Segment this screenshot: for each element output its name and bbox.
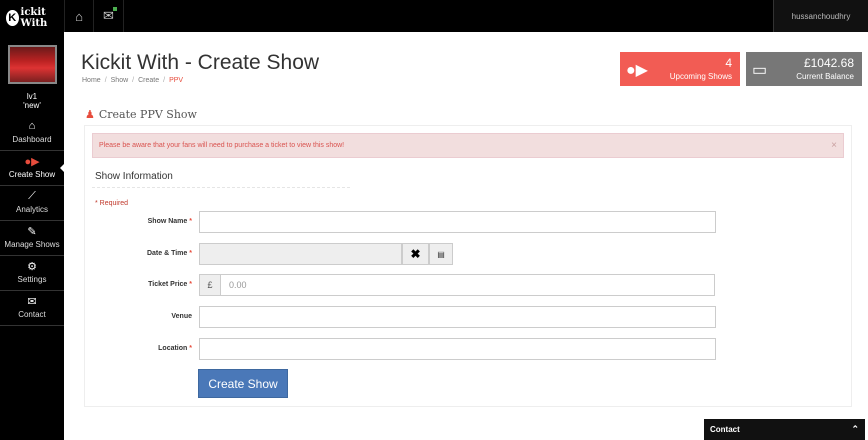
credit-card-icon: ▭ [752,62,768,79]
pencil-icon: ✎ [27,226,37,238]
venue-input[interactable] [199,306,716,328]
clear-date-button[interactable]: ✖ [402,243,429,265]
divider [92,187,350,188]
upcoming-shows-count: 4 [725,56,732,70]
sidebar-item-analytics[interactable]: ⟋ Analytics [0,186,64,221]
sidebar: K ickit With lv1 'new' ⌂ Dashboard ●▶ Cr… [0,0,65,440]
top-bar: ⌂ ✉ hussanchoudhry [64,0,868,32]
ticket-price-label: Ticket Price * [148,281,192,288]
user-menu[interactable]: hussanchoudhry [773,0,868,32]
home-icon: ⌂ [28,120,36,132]
chevron-up-icon: ⌃ [851,424,859,434]
notification-dot [113,7,117,11]
breadcrumb-current: PPV [169,77,184,84]
page-title: Kickit With - Create Show [81,51,320,74]
breadcrumb-create[interactable]: Create [138,77,159,84]
sidebar-item-create-show[interactable]: ●▶ Create Show [0,151,65,186]
sidebar-item-label: Manage Shows [4,240,60,249]
sidebar-item-contact[interactable]: ✉ Contact [0,291,64,326]
date-time-label: Date & Time * [146,250,192,257]
current-balance-card[interactable]: ▭ £1042.68 Current Balance [746,52,862,86]
calendar-icon: ▤ [437,249,445,259]
form-panel [84,125,852,407]
home-button[interactable]: ⌂ [64,0,94,32]
section-title: ♟ Create PPV Show [85,108,197,121]
create-show-button[interactable]: Create Show [198,369,288,398]
venue-label: Venue [171,313,192,320]
sidebar-item-settings[interactable]: ⚙ Settings [0,256,64,291]
user-name-line1: lv1 [26,92,38,101]
camera-icon: ●▶ [24,156,40,168]
sidebar-item-manage-shows[interactable]: ✎ Manage Shows [0,221,64,256]
show-name-label: Show Name * [147,218,192,225]
camera-icon: ●▶ [626,62,648,79]
user-name: lv1 'new' [0,92,64,110]
upcoming-shows-label: Upcoming Shows [669,72,732,81]
breadcrumb: Home / Show / Create / PPV [82,77,184,84]
sidebar-nav: ⌂ Dashboard ●▶ Create Show ⟋ Analytics ✎… [0,116,65,326]
location-input[interactable] [199,338,716,360]
contact-bar-label: Contact [710,425,740,434]
user-icon: ♟ [85,108,95,121]
sidebar-item-label: Analytics [15,205,48,214]
user-name-line2: 'new' [23,101,41,110]
gear-icon: ⚙ [27,261,37,273]
sidebar-item-dashboard[interactable]: ⌂ Dashboard [0,116,64,151]
breadcrumb-show[interactable]: Show [111,77,129,84]
calendar-button[interactable]: ▤ [429,243,453,265]
current-balance-value: £1042.68 [803,56,854,70]
messages-button[interactable]: ✉ [94,0,124,32]
upcoming-shows-card[interactable]: ●▶ 4 Upcoming Shows [620,52,740,86]
section-title-text: Create PPV Show [98,108,197,121]
avatar[interactable] [8,45,57,84]
chart-icon: ⟋ [28,190,36,202]
current-balance-label: Current Balance [796,72,854,81]
breadcrumb-home[interactable]: Home [82,77,101,84]
required-note: * Required [95,200,129,207]
envelope-icon: ✉ [27,296,37,308]
close-icon: ✖ [410,247,421,261]
currency-addon: £ [199,274,221,296]
location-label: Location * [158,345,192,352]
sidebar-item-label: Create Show [8,170,56,179]
warning-alert: Please be aware that your fans will need… [92,133,844,158]
sidebar-item-label: Contact [18,310,46,319]
sidebar-item-label: Dashboard [12,135,52,144]
logo-mark: K [6,10,19,26]
logo[interactable]: K ickit With [0,0,64,36]
close-icon[interactable]: × [831,140,837,151]
contact-bar[interactable]: Contact ⌃ [704,419,865,440]
home-icon: ⌂ [75,8,83,24]
ticket-price-input[interactable]: 0.00 [220,274,715,296]
show-name-input[interactable] [199,211,716,233]
logo-text: ickit With [20,7,48,29]
date-time-input[interactable] [199,243,402,265]
fieldset-title: Show Information [95,171,173,182]
alert-text: Please be aware that your fans will need… [99,142,345,149]
sidebar-item-label: Settings [17,275,47,284]
